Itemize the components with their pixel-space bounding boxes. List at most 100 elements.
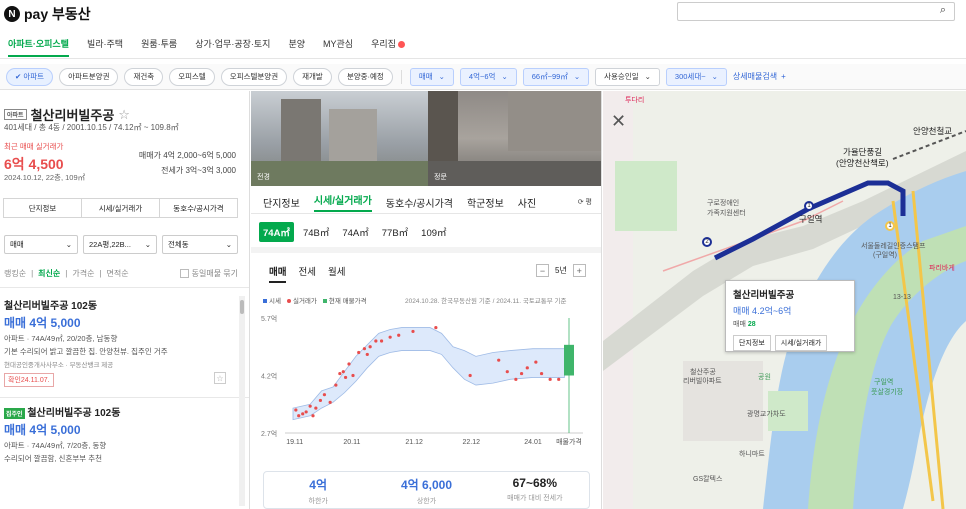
price-stats: 4억 하한가 4억 6,000 상한가 67~68% 매매가 대비 전세가 xyxy=(263,471,590,509)
nav-villa[interactable]: 빌라·주택 xyxy=(87,35,123,57)
map-price-button[interactable]: 시세/실거래가 xyxy=(774,335,828,351)
chart-tab-jeonse[interactable]: 전세 xyxy=(298,264,315,283)
detail-search-button[interactable]: 상세매물검색 + xyxy=(733,71,786,82)
list-item[interactable]: 철산리버빌주공 102동 매매 4억 5,000 아파트 · 74A/49㎡, … xyxy=(4,297,236,387)
nav-commercial[interactable]: 상가·업무·공장·토지 xyxy=(195,35,270,57)
sort-area[interactable]: 면적순 xyxy=(107,268,129,279)
y-tick-label: 2.7억 xyxy=(261,430,277,438)
complex-photos[interactable]: 전경 정문 xyxy=(251,91,601,186)
nav-oneroom[interactable]: 원룸·투룸 xyxy=(141,35,177,57)
chip-officetel[interactable]: 오피스텔 xyxy=(169,67,215,86)
deal-dropdown[interactable]: 매매 ⌄ xyxy=(4,235,78,254)
app-root: N pay 부동산 ⌕ 아파트·오피스텔 빌라·주택 원룸·투룸 상가·업무·공… xyxy=(0,0,966,509)
price-chart[interactable]: 5.7억 4.2억 2.7억 19.11 20.11 21.12 22.12 24.01 매물가… xyxy=(251,306,602,466)
chevron-down-icon: ⌄ xyxy=(144,240,151,249)
transaction-point xyxy=(304,410,308,414)
chip-upcoming[interactable]: 분양중·예정 xyxy=(337,67,393,86)
households-select[interactable]: 300세대~ ⌄ xyxy=(665,67,727,86)
chart-source: 2024.10.28. 한국부동산원 기준 / 2024.11. 국토교통부 기… xyxy=(405,298,567,305)
chart-tab-monthly[interactable]: 월세 xyxy=(328,264,345,283)
tab-complex-info[interactable]: 단지정보 xyxy=(263,195,300,210)
tab-photos[interactable]: 사진 xyxy=(518,195,536,210)
tab-price[interactable]: 시세/실거래가 xyxy=(313,192,372,212)
chip-apt-presale[interactable]: 아파트분양권 xyxy=(59,67,119,86)
photo-gate[interactable]: 정문 xyxy=(428,91,601,186)
filter-separator xyxy=(400,69,402,84)
deal-type-select[interactable]: 매매 ⌄ xyxy=(409,67,454,86)
transaction-point xyxy=(388,335,392,339)
area-tab-74b[interactable]: 74B㎡ xyxy=(299,222,333,242)
item-title: 철산리버빌주공 102동 xyxy=(27,408,121,419)
area-tab-74a-2[interactable]: 74A㎡ xyxy=(338,222,372,242)
section-divider xyxy=(251,247,601,253)
map-label-center-sub: 가족지원센터 xyxy=(707,210,746,217)
price-history-button[interactable]: 시세/실거래가 xyxy=(81,198,160,218)
chip-rebuild[interactable]: 재건축 xyxy=(124,67,164,86)
logo[interactable]: N pay 부동산 xyxy=(4,4,91,24)
map-info-popup[interactable]: 철산리버빌주공 매매 4.2억~6억 매매 28 단지정보 시세/실거래가 xyxy=(725,280,855,352)
photo-label-gate: 정문 xyxy=(434,174,447,181)
tab-school[interactable]: 학군정보 xyxy=(467,195,504,210)
sort-ranking[interactable]: 랭킹순 xyxy=(4,268,26,279)
favorite-star-icon[interactable]: ☆ xyxy=(214,372,226,384)
chip-apartment[interactable]: ✔ 아파트 xyxy=(6,67,54,86)
map-info-count-label: 매매 xyxy=(733,321,746,328)
checkbox-icon xyxy=(179,269,189,278)
nav-my[interactable]: MY관심 xyxy=(323,35,353,57)
map-label-trail-sub: (안양천산책로) xyxy=(836,158,889,168)
list-scrollbar[interactable] xyxy=(239,296,245,506)
period-minus-button[interactable]: − xyxy=(536,264,549,277)
scrollbar-thumb[interactable] xyxy=(240,300,244,314)
complex-panel: 아파트 철산리버빌주공 ☆ 401세대 / 총 4동 / 2001.10.15 … xyxy=(0,91,250,509)
x-tick-label: 19.11 xyxy=(286,439,303,446)
stat-ratio-label: 매매가 대비 전세가 xyxy=(507,495,563,502)
station-marker[interactable]: 1 xyxy=(885,221,895,231)
area-tab-74a[interactable]: 74A㎡ xyxy=(259,222,294,242)
chart-tab-sale[interactable]: 매매 xyxy=(269,264,287,283)
map-info-buttons: 단지정보 시세/실거래가 xyxy=(733,335,847,351)
nav-apartment[interactable]: 아파트·오피스텔 xyxy=(8,35,69,57)
map-label-center: 구로정애인 xyxy=(707,200,740,207)
unit-price-button[interactable]: 동호수/공시가격 xyxy=(159,198,238,218)
price-select[interactable]: 4억~6억 ⌄ xyxy=(459,67,517,86)
jeonse-range: 전세가 3억~3억 3,000 xyxy=(161,166,236,175)
favorite-star-icon[interactable]: ☆ xyxy=(118,107,130,123)
tab-unit[interactable]: 동호수/공시가격 xyxy=(386,195,453,210)
chip-redevelop[interactable]: 재개발 xyxy=(293,67,332,86)
search-input[interactable]: ⌕ xyxy=(677,2,955,21)
complex-info-button[interactable]: 단지정보 xyxy=(3,198,82,218)
unit-toggle-button[interactable]: ⟳ 평 xyxy=(578,197,592,207)
transaction-point xyxy=(343,375,348,380)
sort-price[interactable]: 가격순 xyxy=(72,268,94,279)
period-plus-button[interactable]: + xyxy=(572,264,586,277)
chip-officetel-presale[interactable]: 오피스텔분양권 xyxy=(220,67,288,86)
sort-divider: | xyxy=(65,269,68,278)
size-dropdown[interactable]: 22A평,22B... ⌄ xyxy=(83,235,157,254)
y-tick-label: 5.7억 xyxy=(261,315,277,323)
station-marker[interactable]: 1 xyxy=(804,201,814,211)
approval-date-select[interactable]: 사용승인일 ⌄ xyxy=(595,67,660,86)
close-icon[interactable]: ✕ xyxy=(611,111,626,132)
owner-tag: 집주인 xyxy=(4,407,25,419)
area-tab-109[interactable]: 109㎡ xyxy=(417,222,450,242)
station-marker[interactable]: 2 xyxy=(702,237,712,247)
list-item[interactable]: 집주인 철산리버빌주공 102동 매매 4억 5,000 아파트 · 74A/4… xyxy=(4,404,236,464)
item-desc-2: 수리되어 깔끔함, 신혼부부 추천 xyxy=(4,454,103,463)
area-select[interactable]: 66㎡~99㎡ ⌄ xyxy=(522,67,590,86)
approval-date-value: 사용승인일 xyxy=(604,72,639,81)
nav-divider xyxy=(0,58,966,59)
transaction-point xyxy=(328,400,332,404)
area-tab-77b[interactable]: 77B㎡ xyxy=(378,222,412,242)
recent-price: 6억 4,500 xyxy=(4,156,64,172)
item-price: 매매 4억 5,000 xyxy=(4,316,81,330)
map-complex-info-button[interactable]: 단지정보 xyxy=(733,335,771,351)
detail-panel: 전경 정문 단지정보 시세/실거래가 동호수/공시가격 학군정보 사진 ⟳ 평 … xyxy=(251,91,602,509)
map-label-complex-sub: 리버빌아파트 xyxy=(683,378,722,385)
same-listing-toggle[interactable]: 동일매물 묶기 xyxy=(179,268,238,279)
sort-latest[interactable]: 최신순 xyxy=(38,268,60,279)
photo-exterior[interactable]: 전경 xyxy=(251,91,428,186)
nav-ourhome[interactable]: 우리집 xyxy=(371,35,405,57)
search-icon[interactable]: ⌕ xyxy=(940,4,946,17)
nav-presale[interactable]: 분양 xyxy=(288,35,305,57)
building-dropdown[interactable]: 전체동 ⌄ xyxy=(162,235,238,254)
